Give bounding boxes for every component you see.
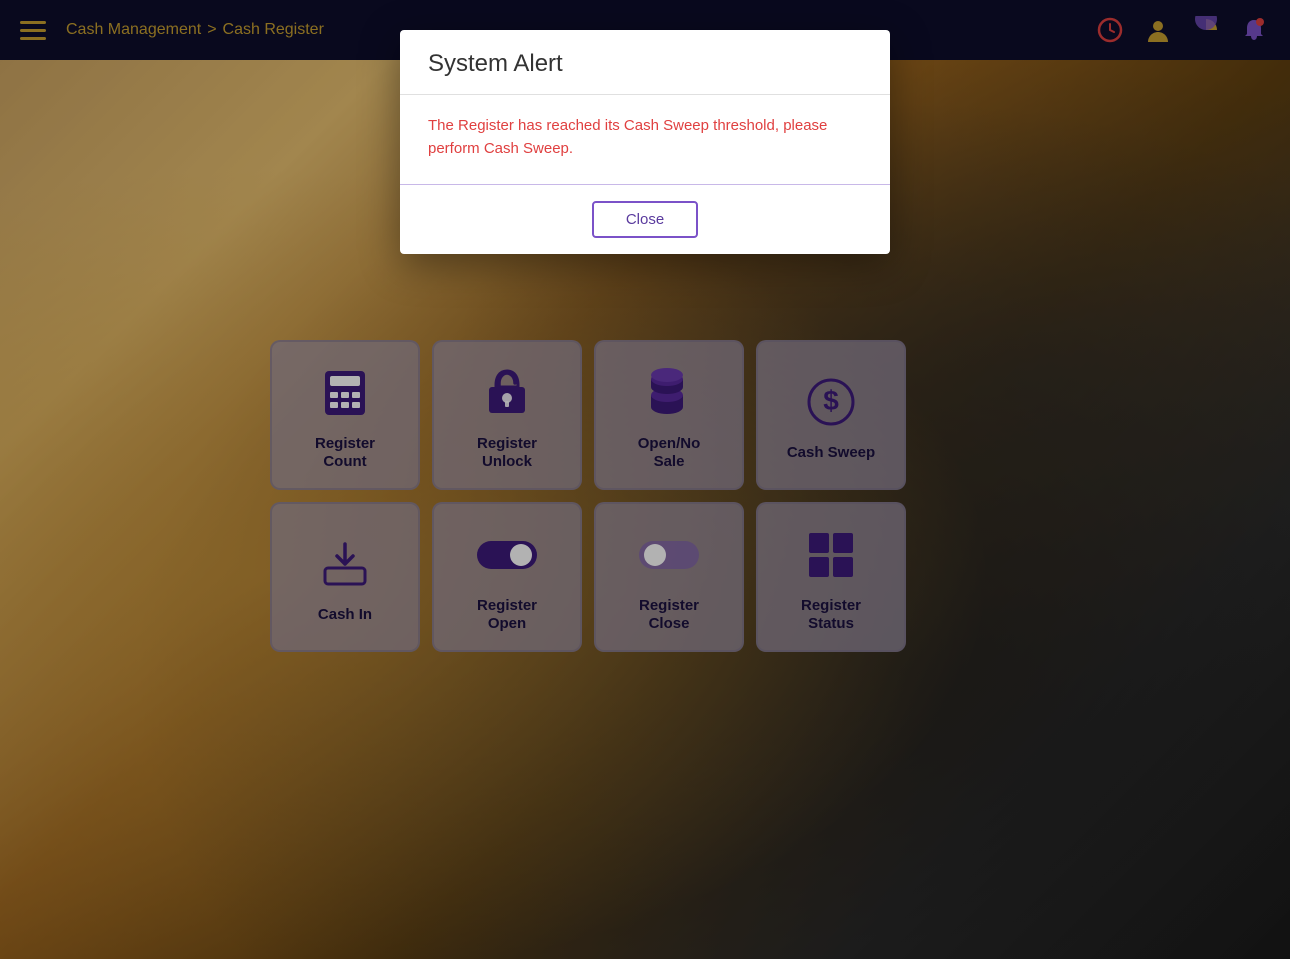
modal-body: The Register has reached its Cash Sweep …	[400, 95, 890, 185]
modal-message: The Register has reached its Cash Sweep …	[428, 115, 862, 160]
close-button[interactable]: Close	[592, 201, 698, 238]
modal-header: System Alert	[400, 30, 890, 95]
modal-title: System Alert	[428, 50, 862, 78]
modal-overlay: System Alert The Register has reached it…	[0, 0, 1290, 959]
system-alert-modal: System Alert The Register has reached it…	[400, 30, 890, 254]
modal-footer: Close	[400, 185, 890, 254]
